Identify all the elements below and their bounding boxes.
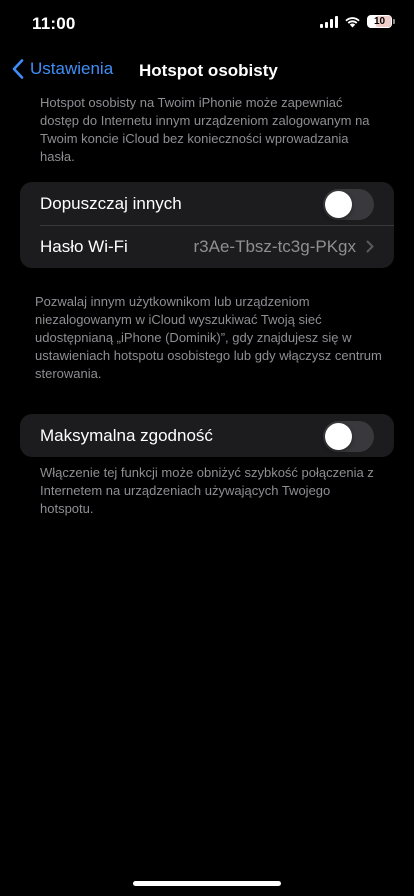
wifi-password-label: Hasło Wi-Fi <box>40 236 128 256</box>
header-info-text: Hotspot osobisty na Twoim iPhonie może z… <box>40 95 370 164</box>
allow-others-footer-text: Pozwalaj innym użytkownikom lub urządzen… <box>35 294 382 381</box>
status-icons: 10 <box>320 15 395 28</box>
status-time: 11:00 <box>32 14 76 33</box>
allow-others-label: Dopuszczaj innych <box>40 193 182 213</box>
toggle-knob <box>325 423 352 450</box>
max-compat-label: Maksymalna zgodność <box>40 425 213 445</box>
settings-group-compatibility: Maksymalna zgodność <box>20 414 394 457</box>
wifi-password-value: r3Ae-Tbsz-tc3g-PKgx <box>193 237 357 256</box>
navigation-bar: Ustawienia Hotspot osobisty <box>0 54 414 88</box>
wifi-icon <box>345 16 360 27</box>
battery-level: 10 <box>373 16 386 27</box>
allow-others-row: Dopuszczaj innych <box>20 182 394 225</box>
back-label: Ustawienia <box>30 59 114 78</box>
page-title: Hotspot osobisty <box>139 61 278 80</box>
chevron-right-icon <box>366 240 374 253</box>
battery-icon: 10 <box>367 15 395 28</box>
max-compat-toggle[interactable] <box>323 421 374 452</box>
wifi-password-row[interactable]: Hasło Wi-Fi r3Ae-Tbsz-tc3g-PKgx <box>20 225 394 268</box>
back-button[interactable]: Ustawienia <box>12 59 113 79</box>
allow-others-toggle[interactable] <box>323 189 374 220</box>
status-bar: 11:00 10 <box>0 0 414 48</box>
max-compat-footer-text: Włączenie tej funkcji może obniżyć szybk… <box>40 465 374 516</box>
toggle-knob <box>325 191 352 218</box>
cellular-signal-icon <box>320 15 338 28</box>
max-compat-row: Maksymalna zgodność <box>20 414 394 457</box>
home-indicator[interactable] <box>133 881 281 886</box>
settings-group-hotspot: Dopuszczaj innych Hasło Wi-Fi r3Ae-Tbsz-… <box>20 182 394 268</box>
chevron-left-icon <box>12 59 24 79</box>
